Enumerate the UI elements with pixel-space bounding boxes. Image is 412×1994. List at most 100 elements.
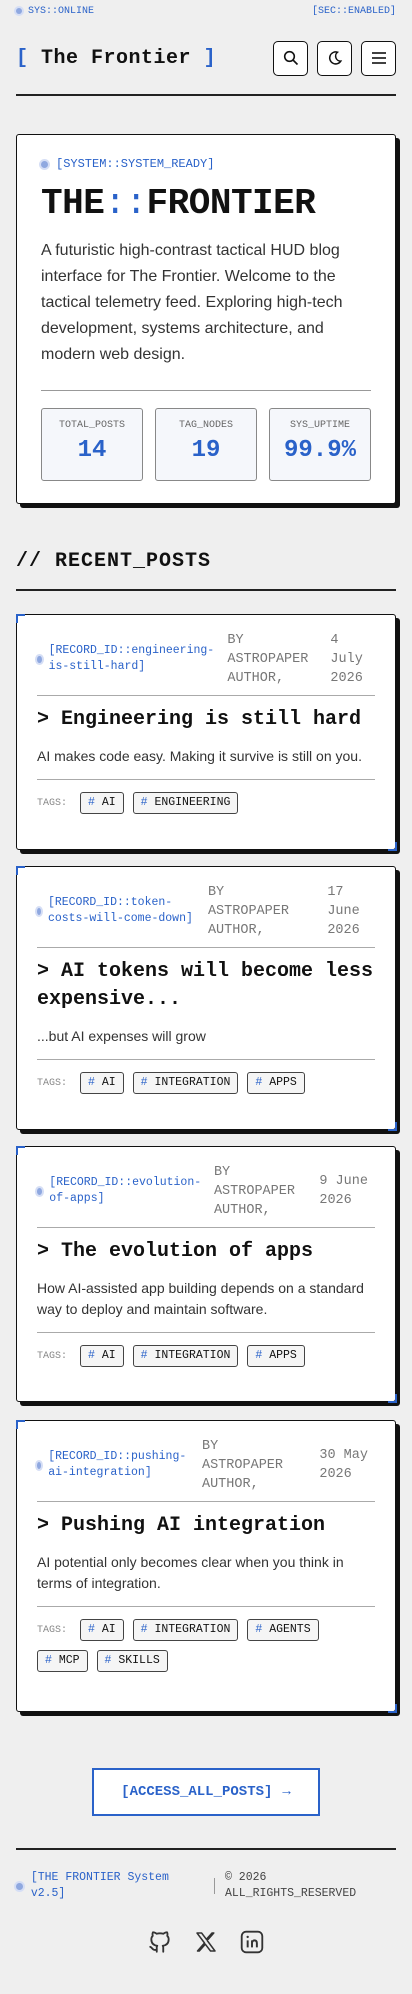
tags-label: TAGS:: [37, 1350, 68, 1362]
tag-hash: #: [88, 1349, 95, 1362]
post-description: How AI-assisted app building depends on …: [37, 1280, 364, 1317]
post-divider: [37, 1501, 375, 1502]
footer-copyright: © 2026 ALL_RIGHTS_RESERVED: [225, 1871, 357, 1900]
post-author: BY ASTROPAPER AUTHOR,: [207, 884, 289, 938]
hero-description: A futuristic high-contrast tactical HUD …: [41, 242, 343, 363]
access-all-posts-button[interactable]: [ACCESS_ALL_POSTS] →: [92, 1768, 320, 1816]
tag-apps[interactable]: # APPS: [247, 1345, 305, 1367]
record-id-text: [RECORD_ID::engineering-is-still-hard]: [48, 644, 215, 673]
post-tags: TAGS: # AI # INTEGRATION # APPS: [37, 1345, 375, 1367]
theme-toggle-button[interactable]: [317, 40, 352, 76]
footer-system-version: [THE FRONTIER System v2.5]: [16, 1870, 206, 1902]
post-divider: [37, 695, 375, 696]
tag-text: SKILLS: [118, 1654, 160, 1667]
header-divider: [16, 94, 396, 96]
tag-text: MCP: [58, 1654, 80, 1667]
system-ready-tag: [SYSTEM::SYSTEM_READY]: [41, 157, 371, 171]
tag-ai[interactable]: # AI: [80, 792, 124, 814]
post-date: 4 July 2026: [330, 632, 363, 686]
post-divider: [37, 779, 375, 780]
tag-integration[interactable]: # INTEGRATION: [132, 1619, 239, 1641]
tag-apps[interactable]: # APPS: [247, 1072, 305, 1094]
tag-hash: #: [255, 1076, 263, 1089]
record-id-text: [RECORD_ID::evolution-of-apps]: [49, 1176, 202, 1205]
tag-text: AGENTS: [269, 1623, 311, 1636]
tag-hash: #: [255, 1349, 263, 1362]
tag-text: INTEGRATION: [154, 1349, 231, 1362]
record-id-text: [RECORD_ID::pushing-ai-integration]: [48, 1450, 187, 1479]
tag-text: AI: [101, 1076, 116, 1089]
post-date: 17 June 2026: [327, 884, 360, 938]
post-title[interactable]: > The evolution of apps: [37, 1238, 375, 1266]
status-bar: SYS::ONLINE [SEC::ENABLED]: [0, 0, 412, 22]
tag-engineering[interactable]: # ENGINEERING: [132, 792, 239, 814]
post-card[interactable]: [RECORD_ID::engineering-is-still-hard] B…: [15, 613, 397, 851]
search-button[interactable]: [273, 40, 308, 76]
post-title[interactable]: > AI tokens will become less expensive..…: [37, 958, 375, 1014]
logo-title: The Frontier: [41, 46, 192, 70]
linkedin-link[interactable]: [238, 1928, 266, 1956]
record-dot-icon: [37, 907, 41, 915]
hero-title-part-b: FRONTIER: [146, 183, 316, 224]
post-meta: [RECORD_ID::engineering-is-still-hard] B…: [37, 631, 375, 687]
stat-total-posts: TOTAL_POSTS 14: [41, 408, 143, 481]
status-dot-icon: [16, 8, 22, 14]
stat-label: TAG_NODES: [178, 420, 233, 431]
post-card[interactable]: [RECORD_ID::evolution-of-apps] BY ASTROP…: [15, 1145, 397, 1403]
tag-hash: #: [88, 1076, 95, 1089]
tag-text: AI: [101, 1623, 116, 1636]
post-divider: [37, 947, 375, 948]
hero-panel: [SYSTEM::SYSTEM_READY] THE::FRONTIER A f…: [16, 134, 396, 504]
tag-text: APPS: [269, 1349, 297, 1362]
tag-hash: #: [88, 796, 95, 809]
system-ready-text: [SYSTEM::SYSTEM_READY]: [56, 157, 215, 171]
post-card[interactable]: [RECORD_ID::token-costs-will-come-down] …: [15, 865, 397, 1131]
record-dot-icon: [37, 1461, 42, 1469]
hero-title-separator: ::: [104, 183, 147, 224]
github-link[interactable]: [146, 1928, 174, 1956]
tag-hash: #: [104, 1654, 112, 1667]
tag-ai[interactable]: # AI: [80, 1072, 124, 1094]
access-all-posts-label: [ACCESS_ALL_POSTS]: [121, 1784, 273, 1800]
footer-separator: [214, 1878, 215, 1894]
post-description: AI potential only becomes clear when you…: [37, 1554, 344, 1591]
tag-integration[interactable]: # INTEGRATION: [132, 1345, 239, 1367]
footer-divider: [16, 1848, 396, 1850]
post-record-id: [RECORD_ID::pushing-ai-integration]: [37, 1449, 194, 1481]
github-icon: [149, 1931, 170, 1953]
post-record-id: [RECORD_ID::token-costs-will-come-down]: [37, 895, 200, 927]
tag-skills[interactable]: # SKILLS: [96, 1650, 168, 1672]
tag-hash: #: [45, 1654, 52, 1667]
post-date: 30 May 2026: [319, 1448, 368, 1482]
post-title[interactable]: > Engineering is still hard: [37, 706, 375, 734]
site-footer: [THE FRONTIER System v2.5] © 2026 ALL_RI…: [16, 1870, 396, 1902]
footer-dot-icon: [16, 1882, 23, 1890]
footer-system-text: [THE FRONTIER System v2.5]: [30, 1871, 169, 1900]
tag-text: ENGINEERING: [154, 796, 231, 809]
post-tags: TAGS: # AI # INTEGRATION # AGENTS # MCP …: [37, 1619, 375, 1672]
tag-ai[interactable]: # AI: [80, 1345, 124, 1367]
tag-ai[interactable]: # AI: [80, 1619, 124, 1641]
tag-text: APPS: [269, 1076, 297, 1089]
record-dot-icon: [37, 655, 42, 663]
menu-button[interactable]: [361, 40, 396, 76]
tag-agents[interactable]: # AGENTS: [247, 1619, 319, 1641]
arrow-right-icon: →: [282, 1784, 291, 1800]
logo-bracket-close: ]: [203, 46, 217, 70]
tag-text: INTEGRATION: [154, 1623, 231, 1636]
site-logo-link[interactable]: [ The Frontier ]: [16, 47, 216, 70]
tag-integration[interactable]: # INTEGRATION: [132, 1072, 239, 1094]
post-title[interactable]: > Pushing AI integration: [37, 1512, 375, 1540]
hero-title: THE::FRONTIER: [41, 183, 371, 224]
post-author: BY ASTROPAPER AUTHOR,: [213, 1164, 295, 1218]
post-card[interactable]: [RECORD_ID::pushing-ai-integration] BY A…: [15, 1419, 397, 1713]
tag-mcp[interactable]: # MCP: [37, 1650, 88, 1672]
x-link[interactable]: [192, 1928, 220, 1956]
tag-hash: #: [140, 1349, 148, 1362]
post-divider: [37, 1059, 375, 1060]
stat-label: TOTAL_POSTS: [58, 420, 125, 431]
search-icon: [283, 50, 298, 66]
stat-value: 99.9%: [283, 437, 356, 464]
status-online: SYS::ONLINE: [16, 6, 94, 17]
post-description: ...but AI expenses will grow: [37, 1028, 206, 1044]
